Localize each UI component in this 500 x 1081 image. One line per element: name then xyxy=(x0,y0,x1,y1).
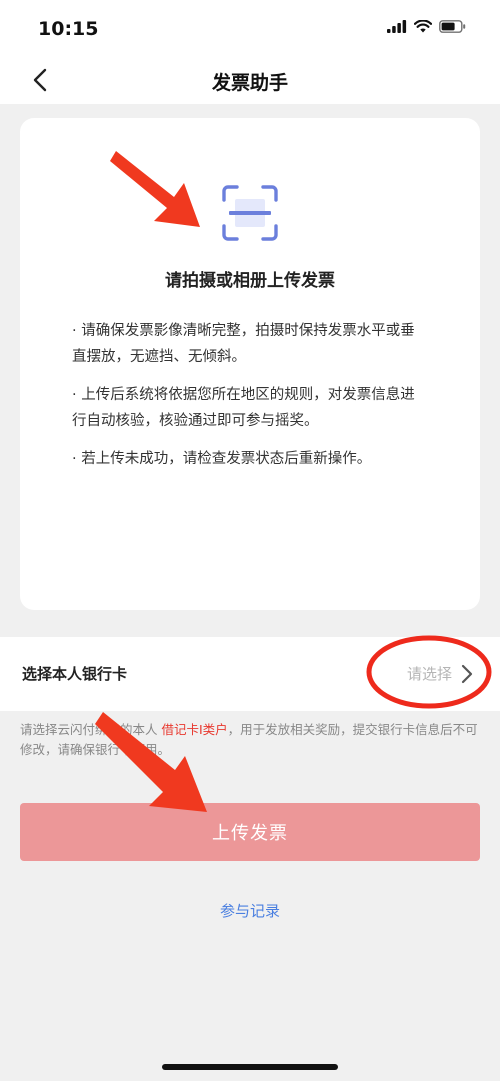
home-indicator xyxy=(162,1064,338,1070)
bank-card-hint: 请选择云闪付绑定的本人 借记卡Ⅰ类户，用于发放相关奖励，提交银行卡信息后不可修改… xyxy=(20,720,482,760)
nav-bar: 发票助手 xyxy=(0,58,500,104)
cellular-signal-icon xyxy=(387,20,407,33)
instruction-notes: · 请确保发票影像清晰完整，拍摄时保持发票水平或垂直摆放，无遮挡、无倾斜。 · … xyxy=(72,318,424,484)
battery-icon xyxy=(439,20,466,33)
status-icons xyxy=(387,20,466,33)
note-item: · 若上传未成功，请检查发票状态后重新操作。 xyxy=(72,451,372,467)
scan-icon[interactable] xyxy=(220,184,280,242)
card-title: 请拍摄或相册上传发票 xyxy=(165,271,335,291)
hint-prefix: 请选择云闪付绑定的本人 xyxy=(20,722,162,737)
status-bar: 10:15 xyxy=(0,0,500,58)
chevron-right-icon xyxy=(461,664,473,684)
bank-card-placeholder: 请选择 xyxy=(406,665,452,683)
participation-record-link[interactable]: 参与记录 xyxy=(0,900,500,921)
page-title: 发票助手 xyxy=(211,72,288,94)
bank-card-selector[interactable]: 选择本人银行卡 请选择 xyxy=(0,637,500,711)
wifi-icon xyxy=(414,20,432,33)
upload-invoice-button[interactable]: 上传发票 xyxy=(20,803,480,861)
status-time: 10:15 xyxy=(38,18,99,40)
bank-card-label: 选择本人银行卡 xyxy=(22,665,128,683)
hint-highlight: 借记卡Ⅰ类户 xyxy=(161,722,228,737)
note-item: · 上传后系统将依据您所在地区的规则，对发票信息进行自动核验，核验通过即可参与摇… xyxy=(72,387,415,429)
upload-card: 请拍摄或相册上传发票 · 请确保发票影像清晰完整，拍摄时保持发票水平或垂直摆放，… xyxy=(20,118,480,610)
note-item: · 请确保发票影像清晰完整，拍摄时保持发票水平或垂直摆放，无遮挡、无倾斜。 xyxy=(72,323,415,365)
